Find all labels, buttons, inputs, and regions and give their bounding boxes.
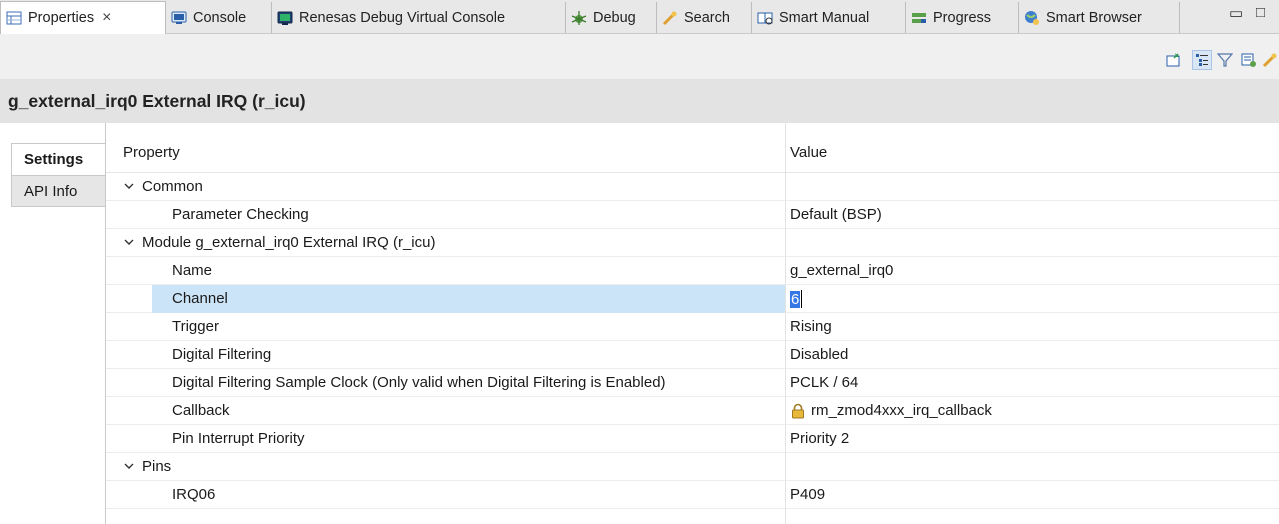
property-value[interactable]: PCLK / 64 (790, 374, 858, 391)
property-name: Digital Filtering Sample Clock (Only val… (172, 374, 666, 391)
selection-highlight (152, 285, 785, 313)
tab-search[interactable]: Search (657, 2, 752, 33)
tab-debug[interactable]: Debug (566, 2, 657, 33)
side-tab-api-info[interactable]: API Info (11, 175, 105, 207)
property-name: Pin Interrupt Priority (172, 430, 305, 447)
property-name: Callback (172, 402, 230, 419)
property-name: Channel (172, 290, 228, 307)
property-table: Property Value Common Parameter Checking… (106, 123, 1279, 524)
table-row[interactable]: Parameter Checking Default (BSP) (106, 201, 1279, 229)
property-value[interactable]: Default (BSP) (790, 206, 882, 223)
group-row-pins[interactable]: Pins (106, 453, 1279, 481)
table-row[interactable]: Name g_external_irq0 (106, 257, 1279, 285)
search-icon (661, 9, 679, 27)
virtual-console-icon (276, 9, 294, 27)
search-icon[interactable] (1262, 50, 1278, 70)
property-value[interactable]: Priority 2 (790, 430, 849, 447)
tab-label: Smart Manual (779, 9, 870, 26)
table-row[interactable]: IRQ06 P409 (106, 481, 1279, 509)
property-name: IRQ06 (172, 486, 216, 503)
table-row[interactable]: Callback rm_zmod4xxx_irq_callback (106, 397, 1279, 425)
side-tab-panel: Settings API Info (0, 123, 105, 524)
tab-smart-manual[interactable]: Smart Manual (752, 2, 906, 33)
table-row[interactable]: Trigger Rising (106, 313, 1279, 341)
tab-label: Debug (593, 9, 636, 26)
lock-icon (792, 403, 804, 418)
tab-properties[interactable]: Properties × (0, 1, 166, 34)
page-title: g_external_irq0 External IRQ (r_icu) (0, 79, 1279, 123)
column-header-property[interactable]: Property (123, 144, 180, 161)
pin-to-view-icon[interactable] (1163, 50, 1183, 70)
close-icon[interactable]: × (102, 9, 111, 27)
tab-label: Progress (933, 9, 992, 26)
view-tab-bar: Properties × Console Renesas Debug Virtu… (0, 0, 1279, 34)
table-row-selected[interactable]: Channel 6 (106, 285, 1279, 313)
text-caret (801, 290, 803, 308)
property-name: Pins (142, 458, 172, 475)
group-row-module[interactable]: Module g_external_irq0 External IRQ (r_i… (106, 229, 1279, 257)
show-categories-icon[interactable] (1192, 50, 1212, 70)
property-value[interactable]: rm_zmod4xxx_irq_callback (790, 402, 992, 419)
group-row-common[interactable]: Common (106, 173, 1279, 201)
tab-progress[interactable]: Progress (906, 2, 1019, 33)
tab-label: Search (684, 9, 730, 26)
property-name: Name (172, 262, 213, 279)
chevron-down-icon[interactable] (123, 180, 135, 192)
console-icon (170, 9, 188, 27)
tab-label: Smart Browser (1046, 9, 1142, 26)
tab-label: Console (193, 9, 247, 26)
property-value[interactable]: Rising (790, 318, 832, 335)
property-name: Module g_external_irq0 External IRQ (r_i… (142, 234, 436, 251)
channel-value-input[interactable]: 6 (790, 290, 803, 308)
view-toolbar (0, 34, 1279, 79)
properties-icon (5, 9, 23, 27)
table-row[interactable]: Digital Filtering Disabled (106, 341, 1279, 369)
property-value[interactable]: P409 (790, 486, 825, 503)
tab-console[interactable]: Console (166, 2, 272, 33)
property-name: Common (142, 178, 203, 195)
tab-smart-browser[interactable]: Smart Browser (1019, 2, 1180, 33)
table-row[interactable]: Pin Interrupt Priority Priority 2 (106, 425, 1279, 453)
smart-manual-icon (756, 9, 774, 27)
smart-browser-icon (1023, 9, 1041, 27)
table-row[interactable]: Digital Filtering Sample Clock (Only val… (106, 369, 1279, 397)
debug-icon (570, 9, 588, 27)
tab-renesas-debug-virtual-console[interactable]: Renesas Debug Virtual Console (272, 2, 566, 33)
tab-label: Properties (28, 10, 95, 26)
maximize-icon[interactable]: □ (1256, 4, 1265, 21)
chevron-down-icon[interactable] (123, 236, 135, 248)
table-header: Property Value (106, 123, 1279, 173)
property-value[interactable]: g_external_irq0 (790, 262, 893, 279)
restore-defaults-icon[interactable] (1239, 50, 1259, 70)
callback-value: rm_zmod4xxx_irq_callback (811, 402, 992, 419)
property-name: Digital Filtering (172, 346, 272, 363)
editing-text[interactable]: 6 (790, 290, 801, 308)
progress-icon (910, 9, 928, 27)
minimize-icon[interactable]: ▭ (1229, 4, 1243, 22)
chevron-down-icon[interactable] (123, 460, 135, 472)
property-value[interactable]: Disabled (790, 346, 848, 363)
tab-label: Renesas Debug Virtual Console (299, 9, 506, 26)
property-name: Trigger (172, 318, 219, 335)
property-name: Parameter Checking (172, 206, 309, 223)
filter-icon[interactable] (1215, 50, 1235, 70)
column-header-value[interactable]: Value (790, 144, 827, 161)
side-tab-settings[interactable]: Settings (11, 143, 105, 175)
